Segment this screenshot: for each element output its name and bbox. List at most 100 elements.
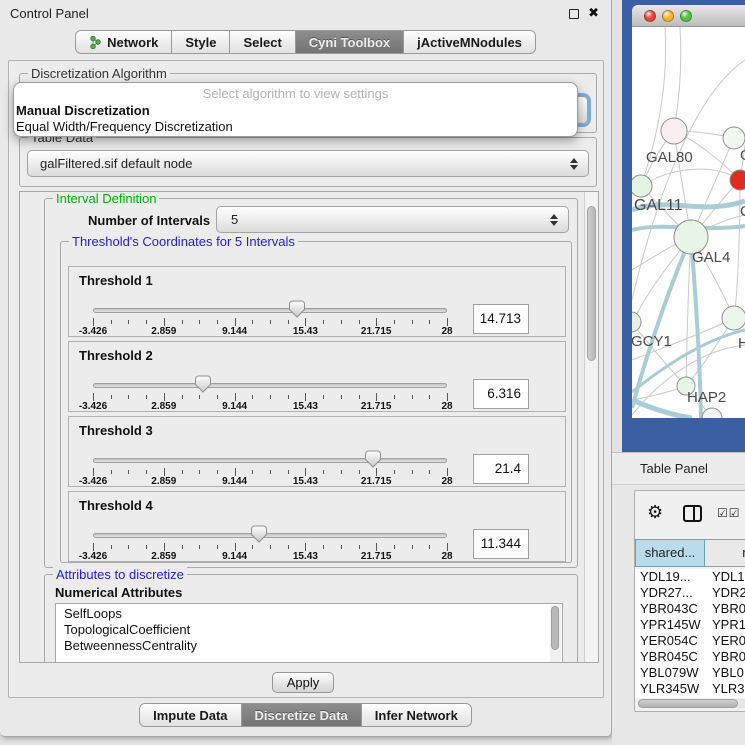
table-cell[interactable]: YER0 bbox=[705, 633, 745, 649]
minor-tick bbox=[341, 320, 342, 324]
table-cell[interactable]: YPR1 bbox=[705, 617, 745, 633]
combo-value: 5 bbox=[217, 207, 568, 232]
table-cell[interactable]: YBR0 bbox=[705, 649, 745, 665]
number-of-intervals-combo[interactable]: 5 bbox=[216, 206, 569, 233]
major-tick bbox=[235, 468, 236, 476]
split-columns-icon[interactable] bbox=[683, 505, 702, 522]
major-tick bbox=[164, 468, 165, 476]
list-scrollbar[interactable] bbox=[550, 605, 561, 663]
minor-tick bbox=[412, 320, 413, 324]
network-node[interactable] bbox=[723, 127, 745, 149]
table-panel-header[interactable]: Table Panel bbox=[612, 452, 745, 485]
table-row[interactable]: YDL19...YDL1 bbox=[635, 569, 745, 585]
threshold-value-field[interactable]: 14.713 bbox=[473, 304, 529, 334]
tick-label: 21.715 bbox=[346, 401, 406, 412]
table-cell[interactable]: YBL0 bbox=[705, 665, 745, 681]
table-cell[interactable]: YBR043C bbox=[635, 601, 705, 617]
float-window-icon[interactable] bbox=[569, 9, 579, 19]
network-node-gcy1[interactable] bbox=[632, 312, 641, 332]
thresholds-group: Threshold's Coordinates for 5 Intervals … bbox=[60, 241, 572, 563]
table-cell[interactable]: YBR0 bbox=[705, 601, 745, 617]
close-traffic-light[interactable] bbox=[644, 10, 656, 22]
dropdown-item-equal-width-frequency[interactable]: Equal Width/Frequency Discretization bbox=[16, 119, 568, 134]
column-header-shared[interactable]: shared... bbox=[635, 539, 705, 567]
threshold-value-field[interactable]: 11.344 bbox=[473, 529, 529, 559]
slider-handle[interactable] bbox=[195, 375, 211, 393]
zoom-traffic-light[interactable] bbox=[680, 10, 692, 22]
node-label: GCY1 bbox=[632, 333, 672, 350]
attribute-item-topologicalcoefficient[interactable]: TopologicalCoefficient bbox=[56, 622, 562, 638]
minor-tick bbox=[359, 320, 360, 324]
tab-infer-network[interactable]: Infer Network bbox=[362, 703, 472, 727]
minor-tick bbox=[429, 395, 430, 399]
threshold-label: Threshold 1 bbox=[79, 273, 153, 288]
table-cell[interactable]: YDL1 bbox=[705, 569, 745, 585]
slider-handle[interactable] bbox=[289, 300, 305, 318]
table-toolbar: ⚙ ☑☑ bbox=[635, 491, 745, 537]
dropdown-item-manual-discretization[interactable]: Manual Discretization bbox=[16, 103, 568, 118]
table-cell[interactable]: YIL052C bbox=[635, 697, 705, 698]
table-cell[interactable]: YLR345W bbox=[635, 681, 705, 697]
threshold-value-field[interactable]: 21.4 bbox=[473, 454, 529, 484]
network-window-titlebar[interactable] bbox=[632, 5, 745, 27]
table-row[interactable]: YBR043CYBR0 bbox=[635, 601, 745, 617]
tab-select[interactable]: Select bbox=[230, 30, 295, 54]
slider-track[interactable] bbox=[93, 383, 447, 388]
major-tick bbox=[305, 318, 306, 326]
horizontal-scrollbar[interactable] bbox=[637, 699, 745, 708]
table-row[interactable]: YBL079WYBL0 bbox=[635, 665, 745, 681]
slider-track[interactable] bbox=[93, 533, 447, 538]
tab-discretize-data[interactable]: Discretize Data bbox=[242, 703, 362, 727]
table-row[interactable]: YLR345WYLR3 bbox=[635, 681, 745, 697]
tab-jactivemnodules[interactable]: jActiveMNodules bbox=[404, 30, 536, 54]
table-cell[interactable]: YIL0 bbox=[705, 697, 745, 698]
tab-style[interactable]: Style bbox=[172, 30, 230, 54]
vertical-scrollbar[interactable] bbox=[584, 192, 598, 662]
minor-tick bbox=[217, 470, 218, 474]
minor-tick bbox=[359, 395, 360, 399]
slider-track[interactable] bbox=[93, 458, 447, 463]
tab-impute-data[interactable]: Impute Data bbox=[139, 703, 241, 727]
network-canvas[interactable]: GAL80GCGAL11GAL4GCY1HHAP2 bbox=[632, 27, 745, 418]
control-panel-titlebar[interactable]: Control Panel ✖ bbox=[0, 0, 611, 28]
column-header-na[interactable]: na bbox=[705, 539, 745, 567]
table-data-combo[interactable]: galFiltered.sif default node bbox=[27, 150, 589, 177]
select-columns-checkboxes-icon[interactable]: ☑☑ bbox=[717, 506, 741, 520]
major-tick bbox=[305, 543, 306, 551]
minimize-traffic-light[interactable] bbox=[662, 10, 674, 22]
network-node-gal80[interactable] bbox=[661, 118, 687, 144]
table-row[interactable]: YBR045CYBR0 bbox=[635, 649, 745, 665]
minor-tick bbox=[111, 470, 112, 474]
interval-definition-group: Interval Definition Number of Intervals … bbox=[44, 198, 578, 568]
tick-label: 2.859 bbox=[134, 326, 194, 337]
close-icon[interactable]: ✖ bbox=[588, 5, 599, 21]
attribute-item-selfloops[interactable]: SelfLoops bbox=[56, 606, 562, 622]
minor-tick bbox=[182, 395, 183, 399]
table-cell[interactable]: YBR045C bbox=[635, 649, 705, 665]
network-node[interactable] bbox=[722, 306, 745, 330]
table-cell[interactable]: YER054C bbox=[635, 633, 705, 649]
numerical-attributes-list[interactable]: SelfLoopsTopologicalCoefficientBetweenne… bbox=[55, 603, 563, 663]
tab-cyni-toolbox[interactable]: Cyni Toolbox bbox=[296, 30, 404, 54]
threshold-value-field[interactable]: 6.316 bbox=[473, 379, 529, 409]
network-node-gal11[interactable] bbox=[632, 175, 652, 197]
network-node[interactable] bbox=[730, 170, 745, 190]
table-row[interactable]: YPR145WYPR1 bbox=[635, 617, 745, 633]
attribute-item-betweennesscentrality[interactable]: BetweennessCentrality bbox=[56, 638, 562, 654]
apply-button[interactable]: Apply bbox=[272, 672, 334, 693]
slider-handle[interactable] bbox=[251, 525, 267, 543]
slider-track[interactable] bbox=[93, 308, 447, 313]
slider-handle[interactable] bbox=[365, 450, 381, 468]
table-cell[interactable]: YPR145W bbox=[635, 617, 705, 633]
table-cell[interactable]: YDR2 bbox=[705, 585, 745, 601]
table-cell[interactable]: YDL19... bbox=[635, 569, 705, 585]
table-cell[interactable]: YLR3 bbox=[705, 681, 745, 697]
tick-label: 15.43 bbox=[275, 401, 335, 412]
table-row[interactable]: YER054CYER0 bbox=[635, 633, 745, 649]
gear-icon[interactable]: ⚙ bbox=[647, 502, 663, 523]
tab-network[interactable]: Network bbox=[75, 30, 172, 54]
table-row[interactable]: YDR27...YDR2 bbox=[635, 585, 745, 601]
table-cell[interactable]: YDR27... bbox=[635, 585, 705, 601]
table-row[interactable]: YIL052CYIL0 bbox=[635, 697, 745, 698]
table-cell[interactable]: YBL079W bbox=[635, 665, 705, 681]
